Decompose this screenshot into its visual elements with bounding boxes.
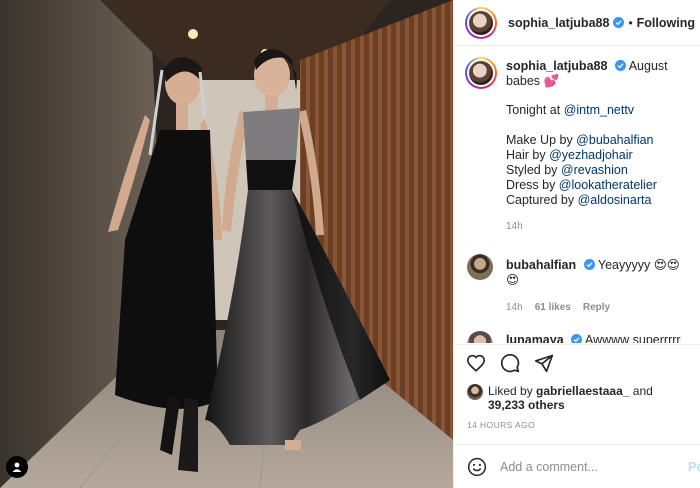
comments-list[interactable]: sophia_latjuba88 August babes 💕 Tonight …: [454, 57, 700, 343]
caption-text: Captured by: [506, 193, 578, 207]
comment-bubble-icon[interactable]: [500, 353, 520, 373]
add-comment-bar: Po: [454, 444, 700, 488]
caption-text: Dress by: [506, 178, 559, 192]
author-username[interactable]: sophia_latjuba88: [508, 16, 609, 30]
comment-item: bubahalfian Yeayyyyy 😍😍😍 14h 61 likes Re…: [465, 252, 690, 315]
liked-by-label: Liked by: [488, 384, 537, 398]
caption-credits: Make Up by @bubahalfian Hair by @yezhadj…: [506, 133, 686, 208]
verified-badge-icon: [571, 334, 583, 343]
comment-likes[interactable]: 61 likes: [535, 300, 571, 315]
verified-badge-icon: [583, 259, 595, 270]
comment-input[interactable]: [500, 459, 670, 474]
commenter-avatar[interactable]: [467, 331, 493, 343]
liked-and-label: and: [629, 384, 653, 398]
verified-badge-icon: [613, 17, 625, 28]
reply-button[interactable]: Reply: [583, 300, 610, 315]
smiley-icon[interactable]: [467, 457, 487, 477]
caption-username[interactable]: sophia_latjuba88: [506, 59, 607, 73]
post-side-panel: sophia_latjuba88 • Following sophia_latj…: [453, 0, 700, 488]
author-avatar[interactable]: [465, 6, 497, 39]
mention-link[interactable]: @bubahalfian: [576, 133, 653, 147]
commenter-username[interactable]: bubahalfian: [506, 258, 576, 272]
likes-summary: Liked by gabriellaestaaa_ and 39,233 oth…: [467, 384, 653, 412]
mention-link[interactable]: @intm_nettv: [564, 103, 634, 117]
caption-text: Make Up by: [506, 133, 577, 147]
likes-count[interactable]: 39,233 others: [488, 398, 565, 412]
heart-icon[interactable]: [466, 354, 486, 372]
caption-text: Tonight at: [506, 103, 564, 117]
liker-username[interactable]: gabriellaestaaa_: [536, 384, 629, 398]
separator-dot: •: [628, 15, 633, 30]
following-button[interactable]: Following: [637, 16, 695, 30]
mention-link[interactable]: @revashion: [561, 163, 628, 177]
mention-link[interactable]: @aldosinarta: [578, 193, 652, 207]
post-photo[interactable]: [0, 0, 453, 488]
post-comment-button[interactable]: Po: [688, 460, 700, 474]
post-actions: [454, 344, 700, 380]
commenter-username[interactable]: lunamaya: [506, 333, 564, 343]
paper-plane-icon[interactable]: [534, 353, 554, 373]
mention-link[interactable]: @yezhadjohair: [549, 148, 633, 162]
caption: sophia_latjuba88 August babes 💕 Tonight …: [465, 57, 690, 244]
commenter-avatar[interactable]: [467, 254, 493, 280]
photo-illustration: [0, 0, 453, 488]
caption-text: Styled by: [506, 163, 561, 177]
tag-user-button[interactable]: [6, 456, 28, 478]
post-header: sophia_latjuba88 • Following: [454, 0, 700, 46]
liker-avatar[interactable]: [467, 384, 483, 400]
caption-text: Hair by: [506, 148, 550, 162]
user-tag-icon: [12, 462, 22, 472]
mention-link[interactable]: @lookatheratelier: [559, 178, 657, 192]
post-timestamp[interactable]: 14 HOURS AGO: [467, 420, 535, 430]
caption-age[interactable]: 14h: [506, 219, 523, 234]
comment-item: lunamaya Awwww superrrrr😍😍 😍😍😍😍: [465, 329, 690, 343]
comment-age[interactable]: 14h: [506, 300, 523, 315]
caption-avatar[interactable]: [465, 57, 497, 89]
verified-badge-icon: [614, 60, 626, 71]
